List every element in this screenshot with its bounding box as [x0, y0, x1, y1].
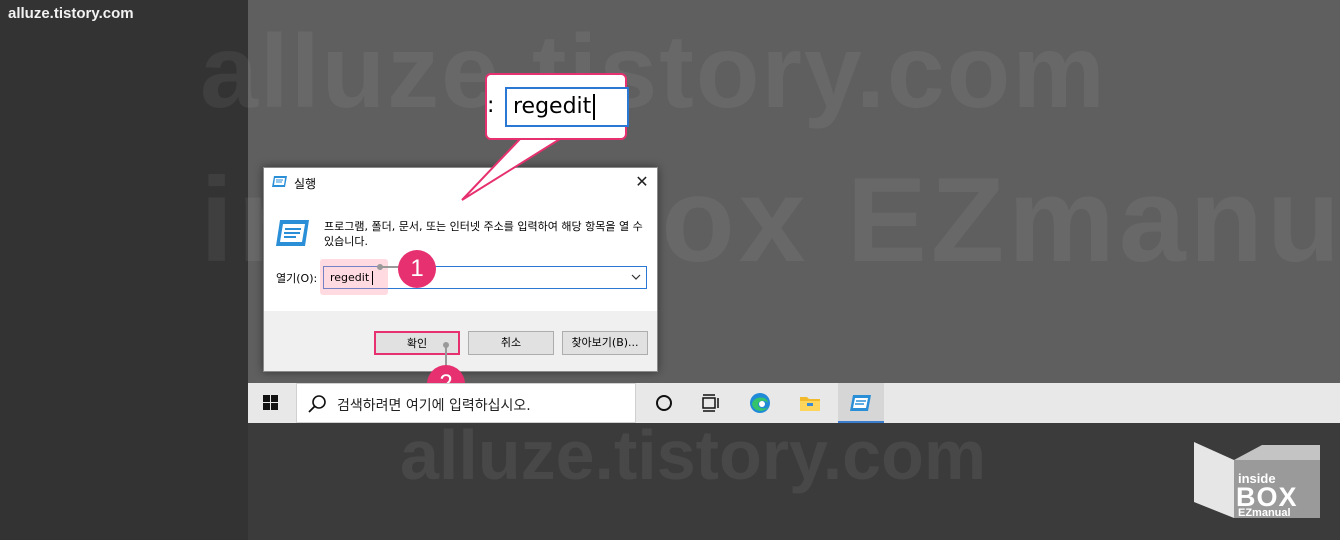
dialog-description: 프로그램, 폴더, 문서, 또는 인터넷 주소를 입력하여 해당 항목을 열 수…: [324, 220, 643, 248]
browse-button[interactable]: 찾아보기(B)...: [562, 331, 648, 355]
taskbar: 검색하려면 여기에 입력하십시오.: [248, 383, 1340, 423]
zoomed-input: regedit: [505, 87, 629, 127]
search-icon: [308, 395, 326, 413]
run-taskbar-button[interactable]: [838, 383, 884, 423]
windows-start-icon[interactable]: [248, 383, 294, 423]
run-app-icon: [272, 176, 287, 187]
open-label: 열기(O):: [276, 272, 318, 285]
step-marker-1: 1: [398, 250, 436, 288]
text-caret: [372, 271, 373, 285]
run-dialog: 실행 ✕ 프로그램, 폴더, 문서, 또는 인터넷 주소를 입력하여 해당 항목…: [263, 167, 658, 372]
dialog-title-bar[interactable]: 실행 ✕: [264, 168, 657, 198]
cortana-icon[interactable]: [652, 391, 676, 415]
open-input-value: regedit: [330, 271, 370, 284]
edge-icon[interactable]: [748, 391, 772, 415]
dialog-button-area: 확인 취소 찾아보기(B)...: [264, 311, 657, 371]
open-input[interactable]: regedit: [320, 259, 647, 295]
site-label: alluze.tistory.com: [8, 5, 134, 22]
dialog-title: 실행: [294, 177, 317, 191]
taskbar-search-box[interactable]: 검색하려면 여기에 입력하십시오.: [296, 383, 636, 423]
file-explorer-icon[interactable]: [798, 391, 822, 415]
watermark-top: alluze.tistory.com: [200, 14, 1107, 130]
close-icon[interactable]: ✕: [627, 168, 657, 196]
task-view-icon[interactable]: [698, 391, 722, 415]
run-large-icon: [276, 220, 309, 246]
callout-colon: :: [487, 93, 495, 118]
zoomed-input-value: regedit: [513, 94, 592, 119]
logo-ez-text: EZmanual: [1238, 507, 1291, 519]
search-placeholder: 검색하려면 여기에 입력하십시오.: [337, 398, 531, 414]
zoomed-caret: [593, 94, 595, 120]
watermark-bottom: alluze.tistory.com: [400, 416, 987, 494]
run-app-icon: [850, 395, 871, 411]
chevron-down-icon[interactable]: [631, 270, 641, 284]
zoom-callout: : regedit: [485, 73, 629, 140]
ok-button[interactable]: 확인: [374, 331, 460, 355]
cancel-button[interactable]: 취소: [468, 331, 554, 355]
active-indicator: [838, 421, 884, 423]
